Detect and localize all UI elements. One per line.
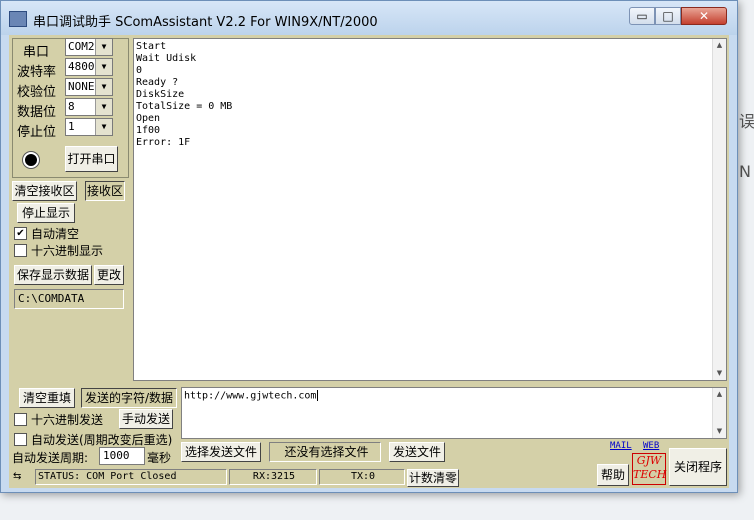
change-path-button[interactable]: 更改 bbox=[94, 265, 124, 285]
web-link[interactable]: WEB bbox=[643, 441, 659, 451]
hex-display-checkbox[interactable]: 十六进制显示 bbox=[14, 242, 103, 259]
help-button[interactable]: 帮助 bbox=[597, 464, 629, 486]
receive-text: Start Wait Udisk 0 Ready ? DiskSize Tota… bbox=[136, 41, 233, 148]
logo-line1: GJW bbox=[636, 454, 662, 467]
clear-send-button[interactable]: 清空重填 bbox=[19, 388, 75, 408]
send-file-button[interactable]: 发送文件 bbox=[389, 442, 445, 462]
baud-select-value: 4800 bbox=[68, 60, 95, 73]
auto-clear-checkbox-box[interactable]: ✔ bbox=[14, 227, 27, 240]
hex-send-label: 十六进制发送 bbox=[31, 413, 104, 427]
port-select[interactable]: COM2 ▼ bbox=[65, 38, 113, 56]
chevron-down-icon[interactable]: ▼ bbox=[95, 99, 112, 115]
send-text-value: http://www.gjwtech.com bbox=[184, 390, 317, 402]
scroll-up-icon[interactable]: ▲ bbox=[713, 39, 726, 52]
parity-select[interactable]: NONE ▼ bbox=[65, 78, 113, 96]
receive-textarea[interactable]: Start Wait Udisk 0 Ready ? DiskSize Tota… bbox=[133, 38, 727, 381]
app-window: 串口调试助手 SComAssistant V2.2 For WIN9X/NT/2… bbox=[0, 0, 738, 493]
hex-send-checkbox[interactable]: 十六进制发送 bbox=[14, 411, 103, 428]
stop-display-button[interactable]: 停止显示 bbox=[17, 203, 75, 223]
window-title: 串口调试助手 SComAssistant V2.2 For WIN9X/NT/2… bbox=[33, 15, 378, 30]
rx-counter: RX:3215 bbox=[229, 469, 317, 485]
close-button[interactable]: ✕ bbox=[681, 7, 727, 25]
scroll-down-icon[interactable]: ▼ bbox=[713, 425, 726, 438]
send-scrollbar[interactable]: ▲ ▼ bbox=[712, 388, 726, 438]
close-program-button[interactable]: 关闭程序 bbox=[669, 448, 727, 486]
file-status-field: 还没有选择文件 bbox=[269, 442, 381, 462]
port-status-indicator-icon bbox=[23, 152, 39, 168]
auto-clear-label: 自动清空 bbox=[31, 227, 80, 241]
chevron-down-icon[interactable]: ▼ bbox=[95, 39, 112, 55]
status-icon: ⇆ bbox=[13, 471, 22, 482]
minimize-button[interactable]: ▭ bbox=[629, 7, 655, 25]
auto-send-checkbox[interactable]: 自动发送(周期改变后重选) bbox=[14, 431, 172, 448]
auto-clear-checkbox[interactable]: ✔ 自动清空 bbox=[14, 225, 79, 242]
logo-line2: TECH bbox=[633, 468, 667, 481]
maximize-button[interactable]: □ bbox=[655, 7, 681, 25]
databits-select[interactable]: 8 ▼ bbox=[65, 98, 113, 116]
receive-area-label: 接收区 bbox=[85, 181, 125, 201]
port-select-value: COM2 bbox=[68, 40, 95, 53]
auto-send-label: 自动发送(周期改变后重选) bbox=[31, 433, 173, 447]
save-path-field: C:\COMDATA bbox=[14, 289, 124, 309]
databits-label: 数据位 bbox=[17, 105, 57, 120]
stopbits-label: 停止位 bbox=[17, 125, 57, 140]
send-period-label: 自动发送周期: bbox=[12, 451, 89, 465]
manual-send-button[interactable]: 手动发送 bbox=[119, 409, 173, 429]
receive-scrollbar[interactable]: ▲ ▼ bbox=[712, 39, 726, 380]
chevron-down-icon[interactable]: ▼ bbox=[95, 79, 112, 95]
scroll-down-icon[interactable]: ▼ bbox=[713, 367, 726, 380]
tx-counter: TX:0 bbox=[319, 469, 405, 485]
parity-label: 校验位 bbox=[17, 85, 57, 100]
baud-label: 波特率 bbox=[17, 65, 57, 80]
baud-select[interactable]: 4800 ▼ bbox=[65, 58, 113, 76]
databits-select-value: 8 bbox=[68, 100, 75, 113]
send-textarea[interactable]: http://www.gjwtech.com ▲ ▼ bbox=[181, 387, 727, 439]
status-text: STATUS: COM Port Closed bbox=[35, 469, 227, 485]
send-area-label: 发送的字符/数据 bbox=[81, 388, 177, 408]
send-text: http://www.gjwtech.com bbox=[184, 390, 319, 402]
hex-display-label: 十六进制显示 bbox=[31, 244, 104, 258]
hex-display-checkbox-box[interactable] bbox=[14, 244, 27, 257]
scroll-up-icon[interactable]: ▲ bbox=[713, 388, 726, 401]
stopbits-select-value: 1 bbox=[68, 120, 75, 133]
save-display-data-button[interactable]: 保存显示数据 bbox=[14, 265, 92, 285]
title-bar[interactable]: 串口调试助手 SComAssistant V2.2 For WIN9X/NT/2… bbox=[1, 1, 737, 35]
background-text-2: N bbox=[739, 162, 751, 181]
text-cursor bbox=[317, 390, 319, 401]
parity-select-value: NONE bbox=[68, 80, 95, 93]
chevron-down-icon[interactable]: ▼ bbox=[95, 59, 112, 75]
background-text-1: 误 bbox=[739, 112, 754, 131]
open-port-button[interactable]: 打开串口 bbox=[65, 146, 118, 172]
gjwtech-logo: GJW TECH bbox=[632, 453, 666, 485]
send-period-unit: 毫秒 bbox=[147, 451, 172, 465]
app-icon bbox=[9, 11, 27, 27]
clear-receive-button[interactable]: 清空接收区 bbox=[12, 181, 77, 201]
select-send-file-button[interactable]: 选择发送文件 bbox=[181, 442, 261, 462]
stopbits-select[interactable]: 1 ▼ bbox=[65, 118, 113, 136]
hex-send-checkbox-box[interactable] bbox=[14, 413, 27, 426]
client-area: 串口 COM2 ▼ 波特率 4800 ▼ 校验位 NONE ▼ 数据位 8 ▼ … bbox=[9, 35, 729, 488]
reset-count-button[interactable]: 计数清零 bbox=[407, 469, 459, 487]
send-period-input[interactable]: 1000 bbox=[99, 447, 145, 465]
mail-link[interactable]: MAIL bbox=[610, 441, 632, 451]
port-label: 串口 bbox=[23, 45, 50, 60]
chevron-down-icon[interactable]: ▼ bbox=[95, 119, 112, 135]
auto-send-checkbox-box[interactable] bbox=[14, 433, 27, 446]
